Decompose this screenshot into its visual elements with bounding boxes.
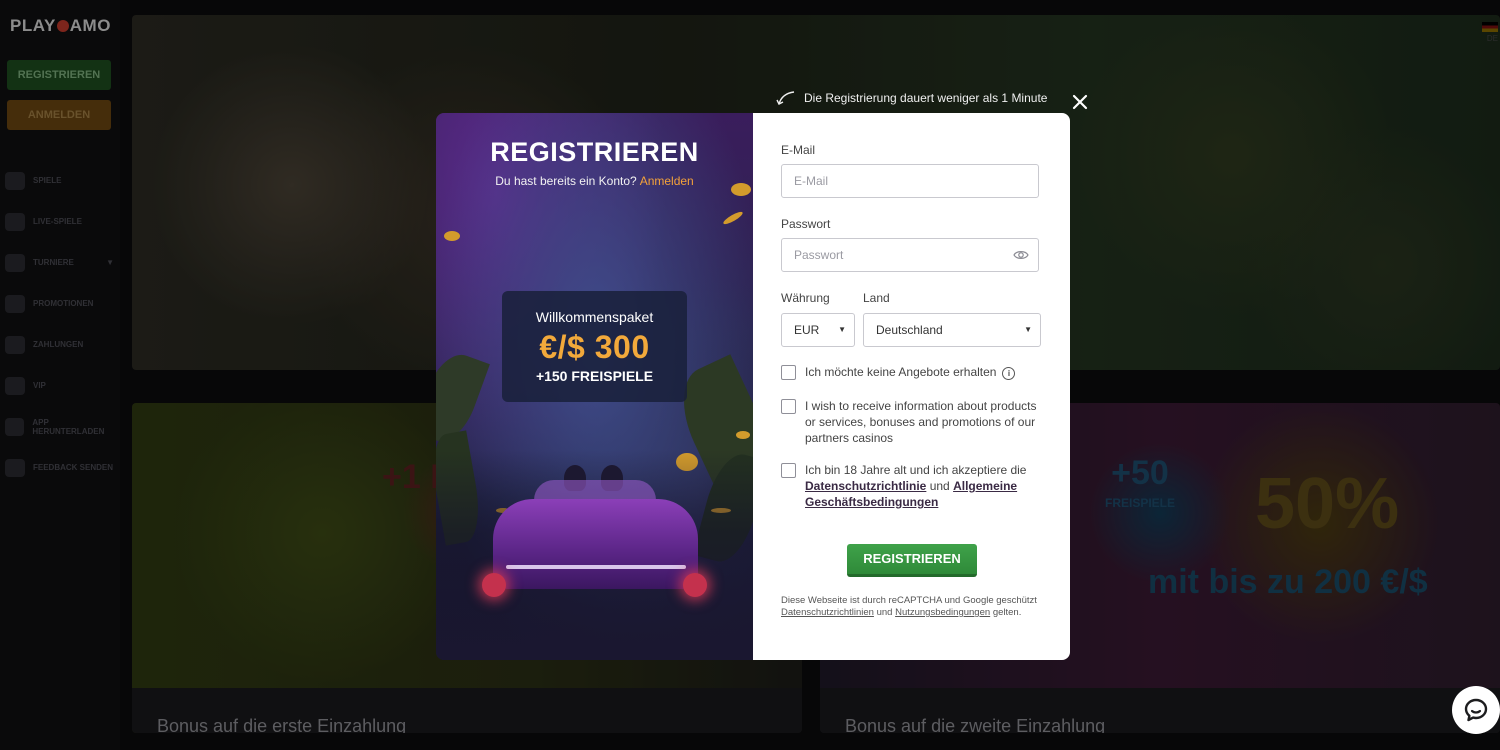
chat-bubble-icon [1464, 698, 1488, 722]
recaptcha-notice: Diese Webseite ist durch reCAPTCHA und G… [781, 595, 1037, 618]
currency-select[interactable]: EUR ▼ [781, 313, 855, 347]
password-label: Passwort [781, 217, 831, 231]
tail-light [683, 573, 707, 597]
caret-down-icon: ▼ [838, 325, 846, 334]
registration-hint: Die Registrierung dauert weniger als 1 M… [776, 90, 1047, 106]
login-link[interactable]: Anmelden [640, 174, 694, 188]
currency-label: Währung [781, 291, 830, 305]
welcome-package-box: Willkommenspaket €/$ 300 +150 FREISPIELE [502, 291, 687, 402]
country-label: Land [863, 291, 890, 305]
tail-light [482, 573, 506, 597]
partner-info-row: I wish to receive information about prod… [781, 398, 1043, 446]
car-illustration [493, 499, 698, 589]
coin-decoration [444, 231, 460, 241]
registration-modal: REGISTRIEREN Du hast bereits ein Konto? A… [436, 113, 1070, 660]
caret-down-icon: ▼ [1024, 325, 1032, 334]
coin-decoration [721, 209, 745, 227]
promo-subtitle: Du hast bereits ein Konto? Anmelden [495, 174, 694, 188]
eye-icon[interactable] [1013, 249, 1029, 261]
partner-info-checkbox[interactable] [781, 399, 796, 414]
welcome-label: Willkommenspaket [535, 309, 654, 325]
info-icon[interactable]: i [1002, 367, 1016, 380]
recaptcha-terms-link[interactable]: Nutzungsbedingungen [895, 607, 990, 618]
terms-checkbox[interactable] [781, 463, 796, 478]
email-field[interactable] [781, 164, 1039, 198]
terms-row: Ich bin 18 Jahre alt und ich akzeptiere … [781, 462, 1043, 510]
welcome-amount: €/$ 300 [539, 329, 650, 365]
arrow-curve-icon [776, 91, 795, 105]
email-label: E-Mail [781, 143, 816, 157]
live-chat-button[interactable] [1452, 686, 1500, 734]
country-select[interactable]: Deutschland ▼ [863, 313, 1041, 347]
coin-decoration [736, 431, 750, 439]
close-modal-button[interactable] [1070, 92, 1090, 112]
no-offers-row: Ich möchte keine Angebote erhalten i [781, 364, 1043, 380]
no-offers-checkbox[interactable] [781, 365, 796, 380]
car-bumper [506, 565, 686, 569]
registration-form: E-Mail Passwort Währung Land EUR ▼ Deuts… [753, 113, 1070, 660]
promo-title: REGISTRIEREN [490, 137, 699, 167]
close-icon [1072, 94, 1088, 110]
promo-panel: REGISTRIEREN Du hast bereits ein Konto? A… [436, 113, 753, 660]
register-submit-button[interactable]: REGISTRIEREN [847, 544, 977, 577]
welcome-freespins: +150 FREISPIELE [535, 368, 654, 384]
password-field[interactable] [781, 238, 1039, 272]
recaptcha-privacy-link[interactable]: Datenschutzrichtlinien [781, 607, 874, 618]
privacy-policy-link[interactable]: Datenschutzrichtlinie [805, 479, 926, 493]
